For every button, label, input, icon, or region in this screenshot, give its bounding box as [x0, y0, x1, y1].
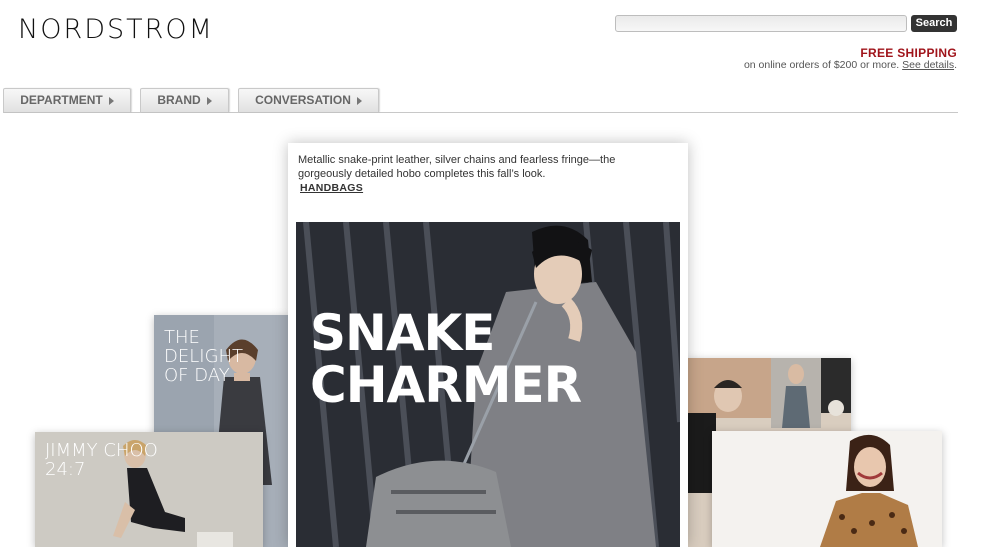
see-details-link[interactable]: See details: [902, 59, 954, 71]
tab-department[interactable]: DEPARTMENT: [3, 88, 131, 112]
handbags-link[interactable]: HANDBAGS: [300, 182, 363, 194]
free-shipping-title: FREE SHIPPING: [860, 46, 957, 60]
card-jimmy-choo[interactable]: JIMMY CHOO 24:7: [35, 432, 263, 547]
feature-description: Metallic snake-print leather, silver cha…: [298, 154, 616, 180]
tab-brand[interactable]: BRAND: [140, 88, 229, 112]
delight-title: THE DELIGHT OF DAY: [164, 328, 244, 386]
triangle-right-icon: [108, 97, 114, 105]
triangle-right-icon: [206, 97, 212, 105]
free-shipping-subtitle: on online orders of $200 or more. See de…: [744, 59, 957, 71]
card-leopard-coat[interactable]: [712, 431, 942, 547]
nordstrom-logo[interactable]: NORDSTROM: [18, 14, 214, 45]
period: .: [954, 59, 957, 71]
search-button[interactable]: Search: [911, 15, 957, 32]
main-nav: DEPARTMENT BRAND CONVERSATION: [3, 88, 958, 113]
delight-line-3: OF DAY: [164, 364, 230, 386]
tab-label: BRAND: [157, 93, 201, 107]
tab-conversation[interactable]: CONVERSATION: [238, 88, 379, 112]
featured-story: Metallic snake-print leather, silver cha…: [288, 143, 688, 547]
delight-line-2: DELIGHT: [164, 345, 244, 367]
jimmy-title: JIMMY CHOO 24:7: [45, 441, 158, 480]
tab-label: DEPARTMENT: [20, 93, 103, 107]
snake-charmer-image[interactable]: SNAKE CHARMER: [296, 222, 680, 547]
search-input[interactable]: [615, 15, 907, 32]
feature-headline: SNAKE CHARMER: [310, 304, 582, 414]
headline-line-2: CHARMER: [310, 356, 582, 414]
model-leopard-image: [712, 431, 942, 547]
jimmy-line-2: 24:7: [45, 458, 86, 480]
headline-line-1: SNAKE: [310, 304, 495, 362]
tab-label: CONVERSATION: [255, 93, 351, 107]
shipping-terms-text: on online orders of $200 or more.: [743, 59, 900, 71]
triangle-right-icon: [356, 97, 362, 105]
